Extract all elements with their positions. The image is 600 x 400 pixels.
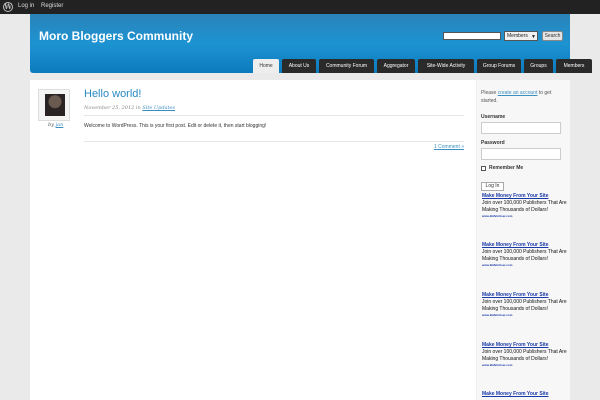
username-label: Username xyxy=(481,114,506,120)
ad-block: Make Money From Your Site Join over 100,… xyxy=(482,342,568,368)
post-date: November 25, 2012 xyxy=(84,105,135,111)
author-link[interactable]: jan xyxy=(56,122,64,128)
sidebar: Please create an account to get started.… xyxy=(476,80,570,400)
ad-url-link[interactable]: www.BidVertiser.com xyxy=(482,263,568,268)
login-link[interactable]: Log in xyxy=(18,2,34,11)
remember-me-checkbox[interactable] xyxy=(481,166,486,171)
tab-groups[interactable]: Groups xyxy=(524,59,553,73)
search-scope-label: Members xyxy=(507,33,528,39)
avatar[interactable] xyxy=(45,94,65,116)
tab-community-forum[interactable]: Community Forum xyxy=(319,59,374,73)
site-header: Moro Bloggers Community Members ▼ Search… xyxy=(30,14,592,73)
main-content: by jan Hello world! November 25, 2012 in… xyxy=(30,80,570,400)
post-meta: November 25, 2012 in Site Updates xyxy=(84,105,464,116)
remember-me-label: Remember Me xyxy=(489,165,524,171)
create-account-link[interactable]: create an account xyxy=(498,90,538,96)
ad-text: Join over 100,000 Publishers That Are Ma… xyxy=(482,200,567,213)
search-button[interactable]: Search xyxy=(542,31,563,41)
ad-title-link[interactable]: Make Money From Your Site xyxy=(482,292,568,299)
tab-home[interactable]: Home xyxy=(253,59,279,73)
ad-url-link[interactable]: www.BidVertiser.com xyxy=(482,313,568,318)
ad-block: Make Money From Your Site Join over 100,… xyxy=(482,242,568,268)
main-nav: Home About Us Community Forum Aggregator… xyxy=(30,59,592,73)
ad-url-link[interactable]: www.BidVertiser.com xyxy=(482,214,568,219)
tab-group-forums[interactable]: Group Forums xyxy=(477,59,521,73)
post-category-link[interactable]: Site Updates xyxy=(142,105,175,111)
post-title[interactable]: Hello world! xyxy=(84,88,141,101)
ad-block: Make Money From Your Site Join over 100,… xyxy=(482,193,568,219)
ad-block: Make Money From Your Site Join over 100,… xyxy=(482,292,568,318)
search-scope-select[interactable]: Members ▼ xyxy=(504,31,538,41)
login-button[interactable]: Log In xyxy=(481,182,504,191)
ad-title-link[interactable]: Make Money From Your Site xyxy=(482,391,568,398)
welcome-before: Please xyxy=(481,90,497,96)
post-comments-row: 1 Comment » xyxy=(84,141,464,151)
post-in-label: in xyxy=(135,105,141,111)
ad-block: Make Money From Your Site xyxy=(482,391,568,398)
username-field[interactable] xyxy=(481,122,561,134)
author-avatar-frame xyxy=(38,89,70,121)
ad-title-link[interactable]: Make Money From Your Site xyxy=(482,193,568,200)
by-label: by xyxy=(48,122,55,128)
post-body: Welcome to WordPress. This is your first… xyxy=(84,123,267,129)
ad-url-link[interactable]: www.BidVertiser.com xyxy=(482,363,568,368)
tab-site-wide-activity[interactable]: Site-Wide Activity xyxy=(418,59,474,73)
ad-title-link[interactable]: Make Money From Your Site xyxy=(482,342,568,349)
tab-about-us[interactable]: About Us xyxy=(282,59,316,73)
register-link[interactable]: Register xyxy=(41,2,63,11)
ad-text: Join over 100,000 Publishers That Are Ma… xyxy=(482,299,567,312)
tab-members[interactable]: Members xyxy=(556,59,592,73)
comments-link[interactable]: 1 Comment » xyxy=(434,144,464,150)
ad-title-link[interactable]: Make Money From Your Site xyxy=(482,242,568,249)
ad-text: Join over 100,000 Publishers That Are Ma… xyxy=(482,349,567,362)
password-label: Password xyxy=(481,140,505,146)
chevron-down-icon: ▼ xyxy=(531,34,536,40)
search-input[interactable] xyxy=(443,32,501,40)
wordpress-logo-icon[interactable]: W xyxy=(3,2,13,12)
welcome-text: Please create an account to get started. xyxy=(481,89,566,105)
password-field[interactable] xyxy=(481,148,561,160)
ad-text: Join over 100,000 Publishers That Are Ma… xyxy=(482,249,567,262)
admin-bar: W Log in Register xyxy=(0,0,600,14)
tab-aggregator[interactable]: Aggregator xyxy=(377,59,415,73)
site-title[interactable]: Moro Bloggers Community xyxy=(39,29,193,43)
author-byline: by jan xyxy=(48,122,63,129)
